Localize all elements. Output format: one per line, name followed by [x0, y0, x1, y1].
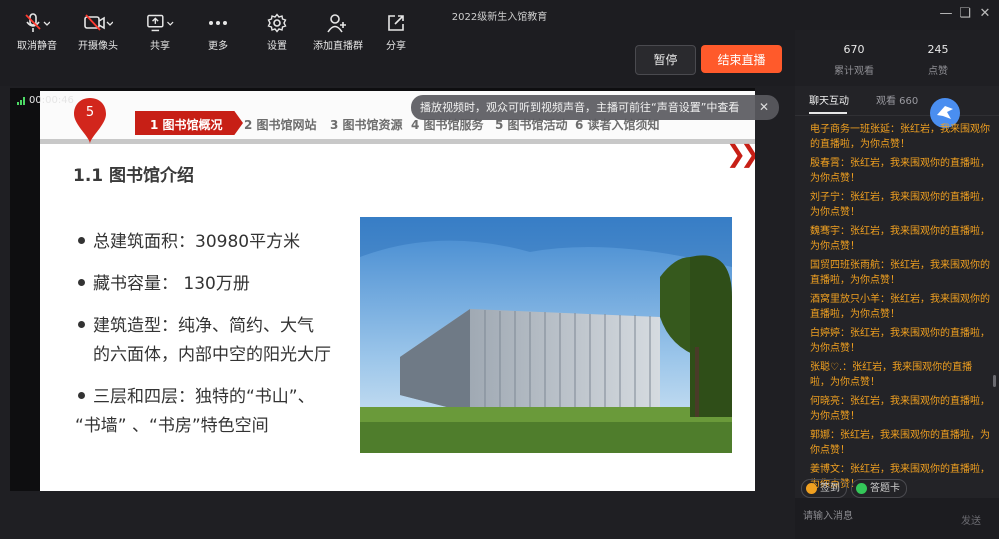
chat-message: 电子商务一班张延：张红岩，我来围观你的直播啦，为你点赞！	[810, 124, 990, 150]
mic-muted-icon	[17, 12, 57, 34]
end-live-button[interactable]: 结束直播	[701, 45, 782, 73]
chat-message: 魏骞宇：张红岩，我来围观你的直播啦，为你点赞！	[810, 226, 990, 252]
chat-message: 刘子宁：张红岩，我来围观你的直播啦，为你点赞！	[810, 192, 990, 218]
slide-heading: 1.1 图书馆介绍	[73, 166, 195, 186]
recording-time: 00:00:46	[29, 95, 74, 106]
slide-page-number: 5	[85, 105, 95, 120]
slide-divider	[40, 139, 755, 144]
tab-chat[interactable]: 聊天互动	[809, 92, 849, 107]
slide-nav-item-2: 2 图书馆网站	[244, 118, 317, 132]
more-button[interactable]: 更多	[206, 12, 230, 52]
add-group-icon	[313, 12, 361, 34]
slide-nav-item-3: 3 图书馆资源	[330, 118, 403, 132]
active-tab-indicator	[809, 112, 847, 114]
chat-message: 何晓亮：张红岩，我来围观你的直播啦，为你点赞！	[810, 396, 990, 422]
check-in-icon	[806, 483, 817, 494]
double-chevron-icon: ❯❯	[726, 140, 755, 168]
chat-message: 郭娜：张红岩，我来围观你的直播啦，为你点赞！	[810, 430, 990, 456]
slide-bullet-1: 总建筑面积：30980平方米	[78, 228, 300, 257]
unmute-button[interactable]: 取消静音	[17, 12, 57, 52]
slide-nav-item-1: 1 图书馆概况	[150, 118, 223, 132]
minimize-icon[interactable]: —	[936, 5, 956, 23]
chat-message: 国贸四班张雨航：张红岩，我来围观你的直播啦，为你点赞！	[810, 260, 990, 286]
total-views-stat: 670 累计观看	[834, 43, 874, 77]
chat-message-list: 电子商务一班张延：张红岩，我来围观你的直播啦，为你点赞！ 殷春霄：张红岩，我来围…	[810, 122, 992, 496]
toast-text: 播放视频时，观众可听到视频声音，主播可前往“声音设置”中查看	[420, 101, 740, 114]
signal-icon	[17, 96, 25, 105]
close-icon[interactable]: ✕	[759, 95, 769, 120]
chat-message: 殷春霄：张红岩，我来围观你的直播啦，为你点赞！	[810, 158, 990, 184]
chat-message: 白婷婷：张红岩，我来围观你的直播啦，为你点赞！	[810, 328, 990, 354]
share-button[interactable]: 分享	[385, 12, 407, 52]
settings-button[interactable]: 设置	[265, 12, 289, 52]
chat-message: 酒窝里放只小羊：张红岩，我来围观你的直播啦，为你点赞！	[810, 294, 990, 320]
audio-tip-toast: 播放视频时，观众可听到视频声音，主播可前往“声音设置”中查看 ✕	[411, 95, 779, 120]
camera-off-icon	[78, 12, 118, 34]
close-icon[interactable]: ✕	[975, 5, 995, 23]
check-in-button[interactable]: 签到	[801, 479, 847, 498]
camera-on-button[interactable]: 开摄像头	[78, 12, 118, 52]
library-building-photo	[360, 217, 732, 453]
slide-bullet-3: 建筑造型：纯净、简约、大气 的六面体，内部中空的阳光大厅	[78, 312, 331, 370]
chat-message: 张聪♡.：张红岩，我来围观你的直播啦，为你点赞！	[810, 362, 973, 388]
tab-viewers[interactable]: 观看 660	[876, 92, 918, 107]
add-live-group-button[interactable]: 添加直播群	[313, 12, 363, 52]
restore-icon[interactable]: ❏	[955, 5, 975, 23]
more-icon	[206, 12, 230, 34]
recording-indicator: 00:00:46	[17, 95, 74, 106]
share-icon	[385, 12, 407, 34]
send-button[interactable]: 发送	[961, 512, 981, 527]
share-screen-button[interactable]: 共享	[146, 12, 174, 52]
answer-card-button[interactable]: 答题卡	[851, 479, 907, 498]
message-input[interactable]: 请输入消息	[803, 507, 853, 522]
answer-card-icon	[856, 483, 867, 494]
chat-divider	[795, 115, 999, 116]
pause-button[interactable]: 暂停	[635, 45, 696, 75]
slide-bullet-2: 藏书容量： 130万册	[78, 270, 250, 299]
likes-stat: 245 点赞	[927, 43, 949, 77]
slide-bullet-4: 三层和四层：独特的“书山”、 “书墙” 、“书房”特色空间	[75, 387, 315, 436]
gear-icon	[265, 12, 289, 34]
presentation-slide: 1 图书馆概况 2 图书馆网站 3 图书馆资源 4 图书馆服务 5 图书馆活动 …	[40, 91, 755, 491]
share-screen-icon	[146, 12, 174, 34]
chat-scrollbar[interactable]	[993, 375, 996, 387]
